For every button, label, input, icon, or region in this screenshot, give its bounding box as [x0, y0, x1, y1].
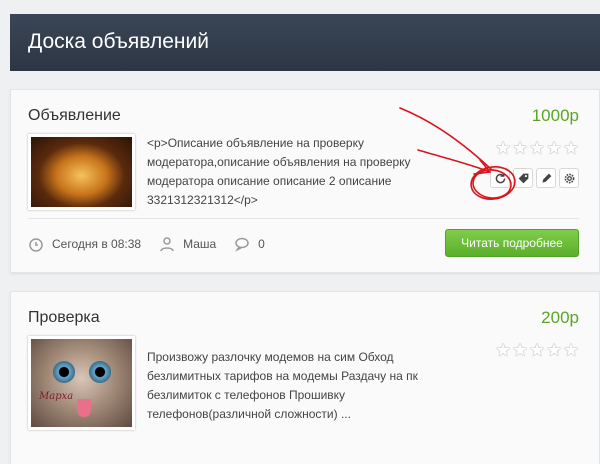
refresh-button[interactable]	[490, 168, 510, 188]
rating-stars[interactable]: ★ ★ ★ ★ ★	[495, 139, 579, 157]
tag-icon	[518, 173, 528, 183]
listing-title[interactable]: Объявление	[28, 107, 121, 125]
page-title: Доска объявлений	[28, 30, 209, 53]
listing-description: <p>Описание объявление на проверку модер…	[147, 136, 411, 207]
star-icon[interactable]: ★	[512, 341, 528, 359]
star-icon[interactable]: ★	[546, 139, 562, 157]
image-caption: Марха	[39, 391, 74, 402]
star-icon[interactable]: ★	[512, 139, 528, 157]
edit-button[interactable]	[536, 168, 556, 188]
star-icon[interactable]: ★	[546, 341, 562, 359]
meta-date: Сегодня в 08:38	[28, 236, 141, 252]
listing-price: 1000р	[531, 106, 579, 125]
clock-icon	[29, 238, 43, 252]
pencil-icon	[541, 173, 551, 183]
meta-comments: 0	[234, 236, 265, 252]
star-icon[interactable]: ★	[495, 341, 511, 359]
star-icon[interactable]: ★	[563, 139, 579, 157]
star-icon[interactable]: ★	[529, 139, 545, 157]
cat-photo: Марха	[31, 339, 132, 427]
listing-thumbnail[interactable]	[28, 134, 135, 210]
page-header: Доска объявлений	[10, 14, 600, 71]
rating-stars[interactable]: ★ ★ ★ ★ ★	[495, 341, 579, 359]
cat-eye	[89, 361, 111, 383]
listing-card: Объявление 1000р <p>Описание объявление …	[10, 89, 600, 273]
user-icon	[160, 237, 174, 252]
listing-title[interactable]: Проверка	[28, 309, 100, 327]
gear-icon	[564, 173, 574, 183]
refresh-icon	[495, 172, 505, 183]
ring-photo	[31, 137, 132, 207]
moderation-tools	[490, 168, 579, 188]
star-icon[interactable]: ★	[495, 139, 511, 157]
cat-tongue	[77, 399, 91, 417]
listing-card: Проверка 200р Марха Произвожу разлочку м…	[10, 291, 600, 464]
comment-count: 0	[258, 237, 265, 251]
settings-button[interactable]	[559, 168, 579, 188]
comment-icon	[235, 237, 249, 252]
meta-author: Маша	[159, 236, 216, 252]
star-icon[interactable]: ★	[529, 341, 545, 359]
cat-eye	[53, 361, 75, 383]
tag-button[interactable]	[513, 168, 533, 188]
listing-price: 200р	[541, 308, 579, 327]
star-icon[interactable]: ★	[563, 341, 579, 359]
read-more-button[interactable]: Читать подробнее	[445, 229, 579, 257]
listing-author[interactable]: Маша	[183, 237, 216, 251]
listing-thumbnail[interactable]: Марха	[28, 336, 135, 430]
listing-meta: Сегодня в 08:38 Маша 0	[28, 236, 283, 252]
listing-description: Произвожу разлочку модемов на сим Обход …	[147, 350, 418, 421]
listing-date: Сегодня в 08:38	[52, 237, 142, 251]
divider	[28, 218, 579, 219]
